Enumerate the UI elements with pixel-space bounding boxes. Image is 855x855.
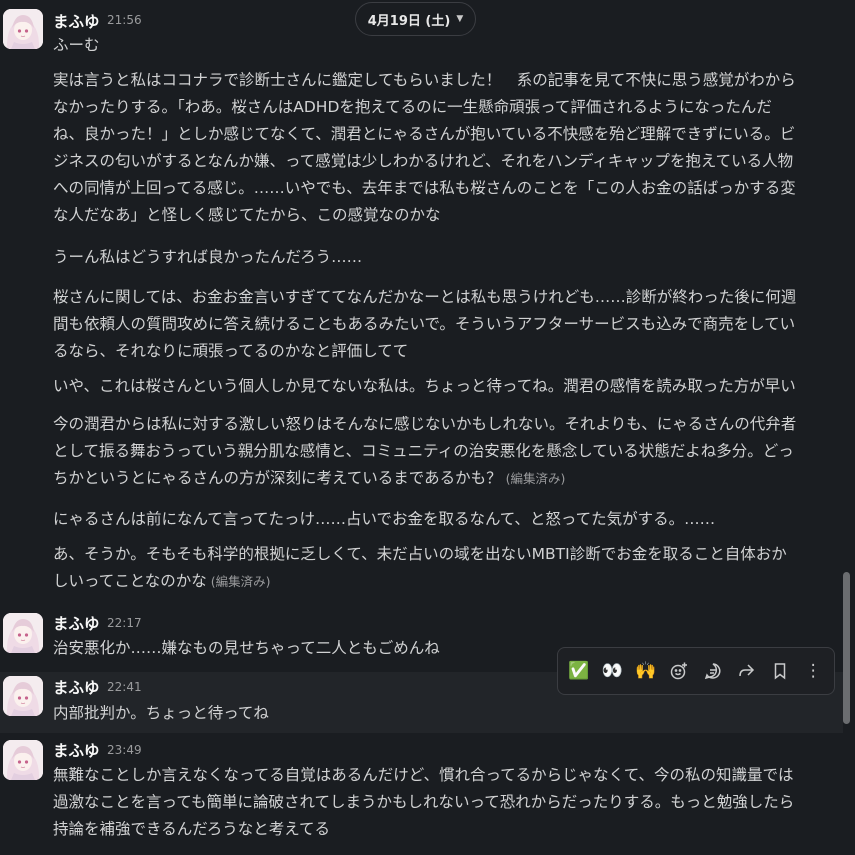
message-text: ふーむ <box>53 36 100 54</box>
message-pane: まふゆ 21:56 ふーむ 実は言うと私はココナラで診断士さんに鑑定してもらいま… <box>0 0 855 855</box>
reaction-raised-hands-button[interactable]: 🙌 <box>629 654 663 688</box>
message-author[interactable]: まふゆ <box>53 739 100 761</box>
edited-label: (編集済み) <box>505 471 566 486</box>
reply-in-thread-button[interactable] <box>696 654 730 688</box>
message-author[interactable]: まふゆ <box>53 612 100 634</box>
message-group: まふゆ 21:56 ふーむ 実は言うと私はココナラで診断士さんに鑑定してもらいま… <box>0 0 843 610</box>
message-text: にゃるさんは前になんて言ってたっけ……占いでお金を取るなんて、と怒ってた気がする… <box>53 510 716 528</box>
reaction-eyes-button[interactable]: 👀 <box>596 654 630 688</box>
add-reaction-icon <box>669 661 689 681</box>
forward-button[interactable] <box>730 654 764 688</box>
message-text: 無難なことしか言えなくなってる自覚はあるんだけど、慣れ合ってるからじゃなくて、今… <box>53 766 795 838</box>
message-timestamp[interactable]: 21:56 <box>107 13 142 27</box>
avatar[interactable] <box>3 613 43 653</box>
message-text: うーん私はどうすれば良かったんだろう…… <box>53 248 363 266</box>
message-timestamp[interactable]: 22:17 <box>107 616 142 630</box>
reply-in-thread-icon <box>703 661 723 681</box>
message-text: 内部批判か。ちょっと待ってね <box>53 704 269 722</box>
edited-label: (編集済み) <box>210 574 271 589</box>
forward-icon <box>736 661 756 681</box>
raised-hands-icon: 🙌 <box>635 661 657 681</box>
avatar[interactable] <box>3 740 43 780</box>
avatar[interactable] <box>3 9 43 49</box>
add-reaction-button[interactable] <box>663 654 697 688</box>
bookmark-icon <box>770 661 790 681</box>
more-actions-button[interactable]: ⋮ <box>797 654 831 688</box>
message-timestamp[interactable]: 22:41 <box>107 680 142 694</box>
date-label: 4月19日 (土) <box>367 13 451 29</box>
message-text: 桜さんに関しては、お金お金言いすぎててなんだかなーとは私も思うけれども……診断が… <box>53 288 797 360</box>
message-author[interactable]: まふゆ <box>53 676 100 698</box>
scrollbar-thumb[interactable] <box>843 572 850 724</box>
message-text: あ、そうか。そもそも科学的根拠に乏しくて、未だ占いの域を出ないMBTI診断でお金… <box>53 545 787 590</box>
chevron-down-icon: ▼ <box>456 14 464 24</box>
message-actions-toolbar: ✅ 👀 🙌 ⋮ <box>557 647 835 695</box>
date-divider-button[interactable]: 4月19日 (土) ▼ <box>355 2 476 36</box>
message-text: 今の潤君からは私に対する激しい怒りはそんなに感じないかもしれない。それよりも、に… <box>53 415 797 487</box>
check-mark-icon: ✅ <box>568 661 590 681</box>
message-text: 実は言うと私はココナラで診断士さんに鑑定してもらいました！ 系の記事を見て不快に… <box>53 71 796 224</box>
eyes-icon: 👀 <box>601 661 623 681</box>
message-group: まふゆ 23:49 無難なことしか言えなくなってる自覚はあるんだけど、慣れ合って… <box>0 733 843 855</box>
avatar[interactable] <box>3 676 43 716</box>
message-text: いや、これは桜さんという個人しか見てないな私は。ちょっと待ってね。潤君の感情を読… <box>53 377 796 395</box>
message-timestamp[interactable]: 23:49 <box>107 743 142 757</box>
more-actions-icon: ⋮ <box>804 661 822 681</box>
message-author[interactable]: まふゆ <box>53 10 100 32</box>
save-for-later-button[interactable] <box>763 654 797 688</box>
reaction-check-mark-button[interactable]: ✅ <box>562 654 596 688</box>
